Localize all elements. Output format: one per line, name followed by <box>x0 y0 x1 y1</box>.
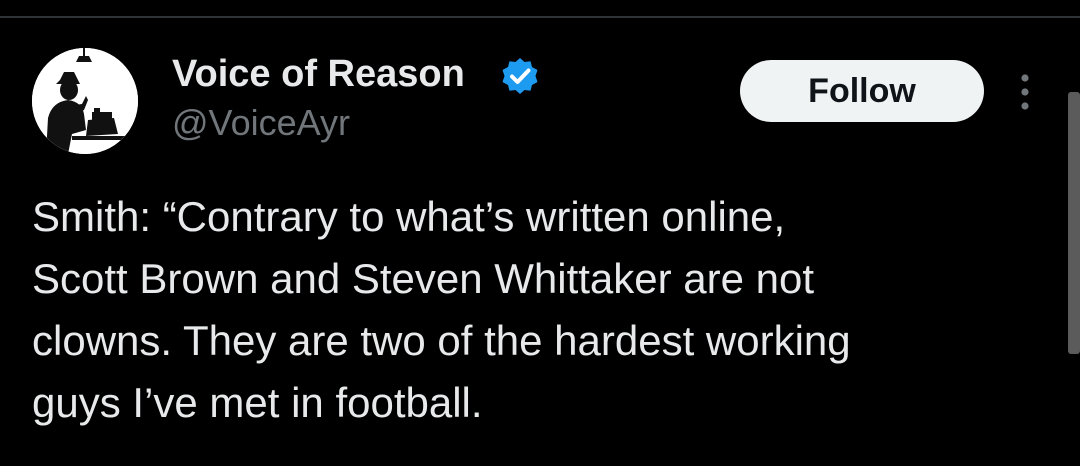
author-display-name[interactable]: Voice of Reason <box>172 52 465 96</box>
verified-badge-icon <box>500 56 540 96</box>
tweet: Voice of Reason @VoiceAyr Follow Smith: … <box>0 18 1080 466</box>
scrollbar[interactable] <box>1068 92 1080 354</box>
tweet-text: Smith: “Contrary to what’s written onlin… <box>32 193 851 426</box>
follow-button[interactable]: Follow <box>740 60 984 122</box>
author-handle[interactable]: @VoiceAyr <box>172 102 350 144</box>
avatar[interactable] <box>32 48 138 154</box>
silhouette-typewriter-avatar-icon <box>32 48 138 154</box>
more-vertical-icon[interactable] <box>1012 72 1038 112</box>
